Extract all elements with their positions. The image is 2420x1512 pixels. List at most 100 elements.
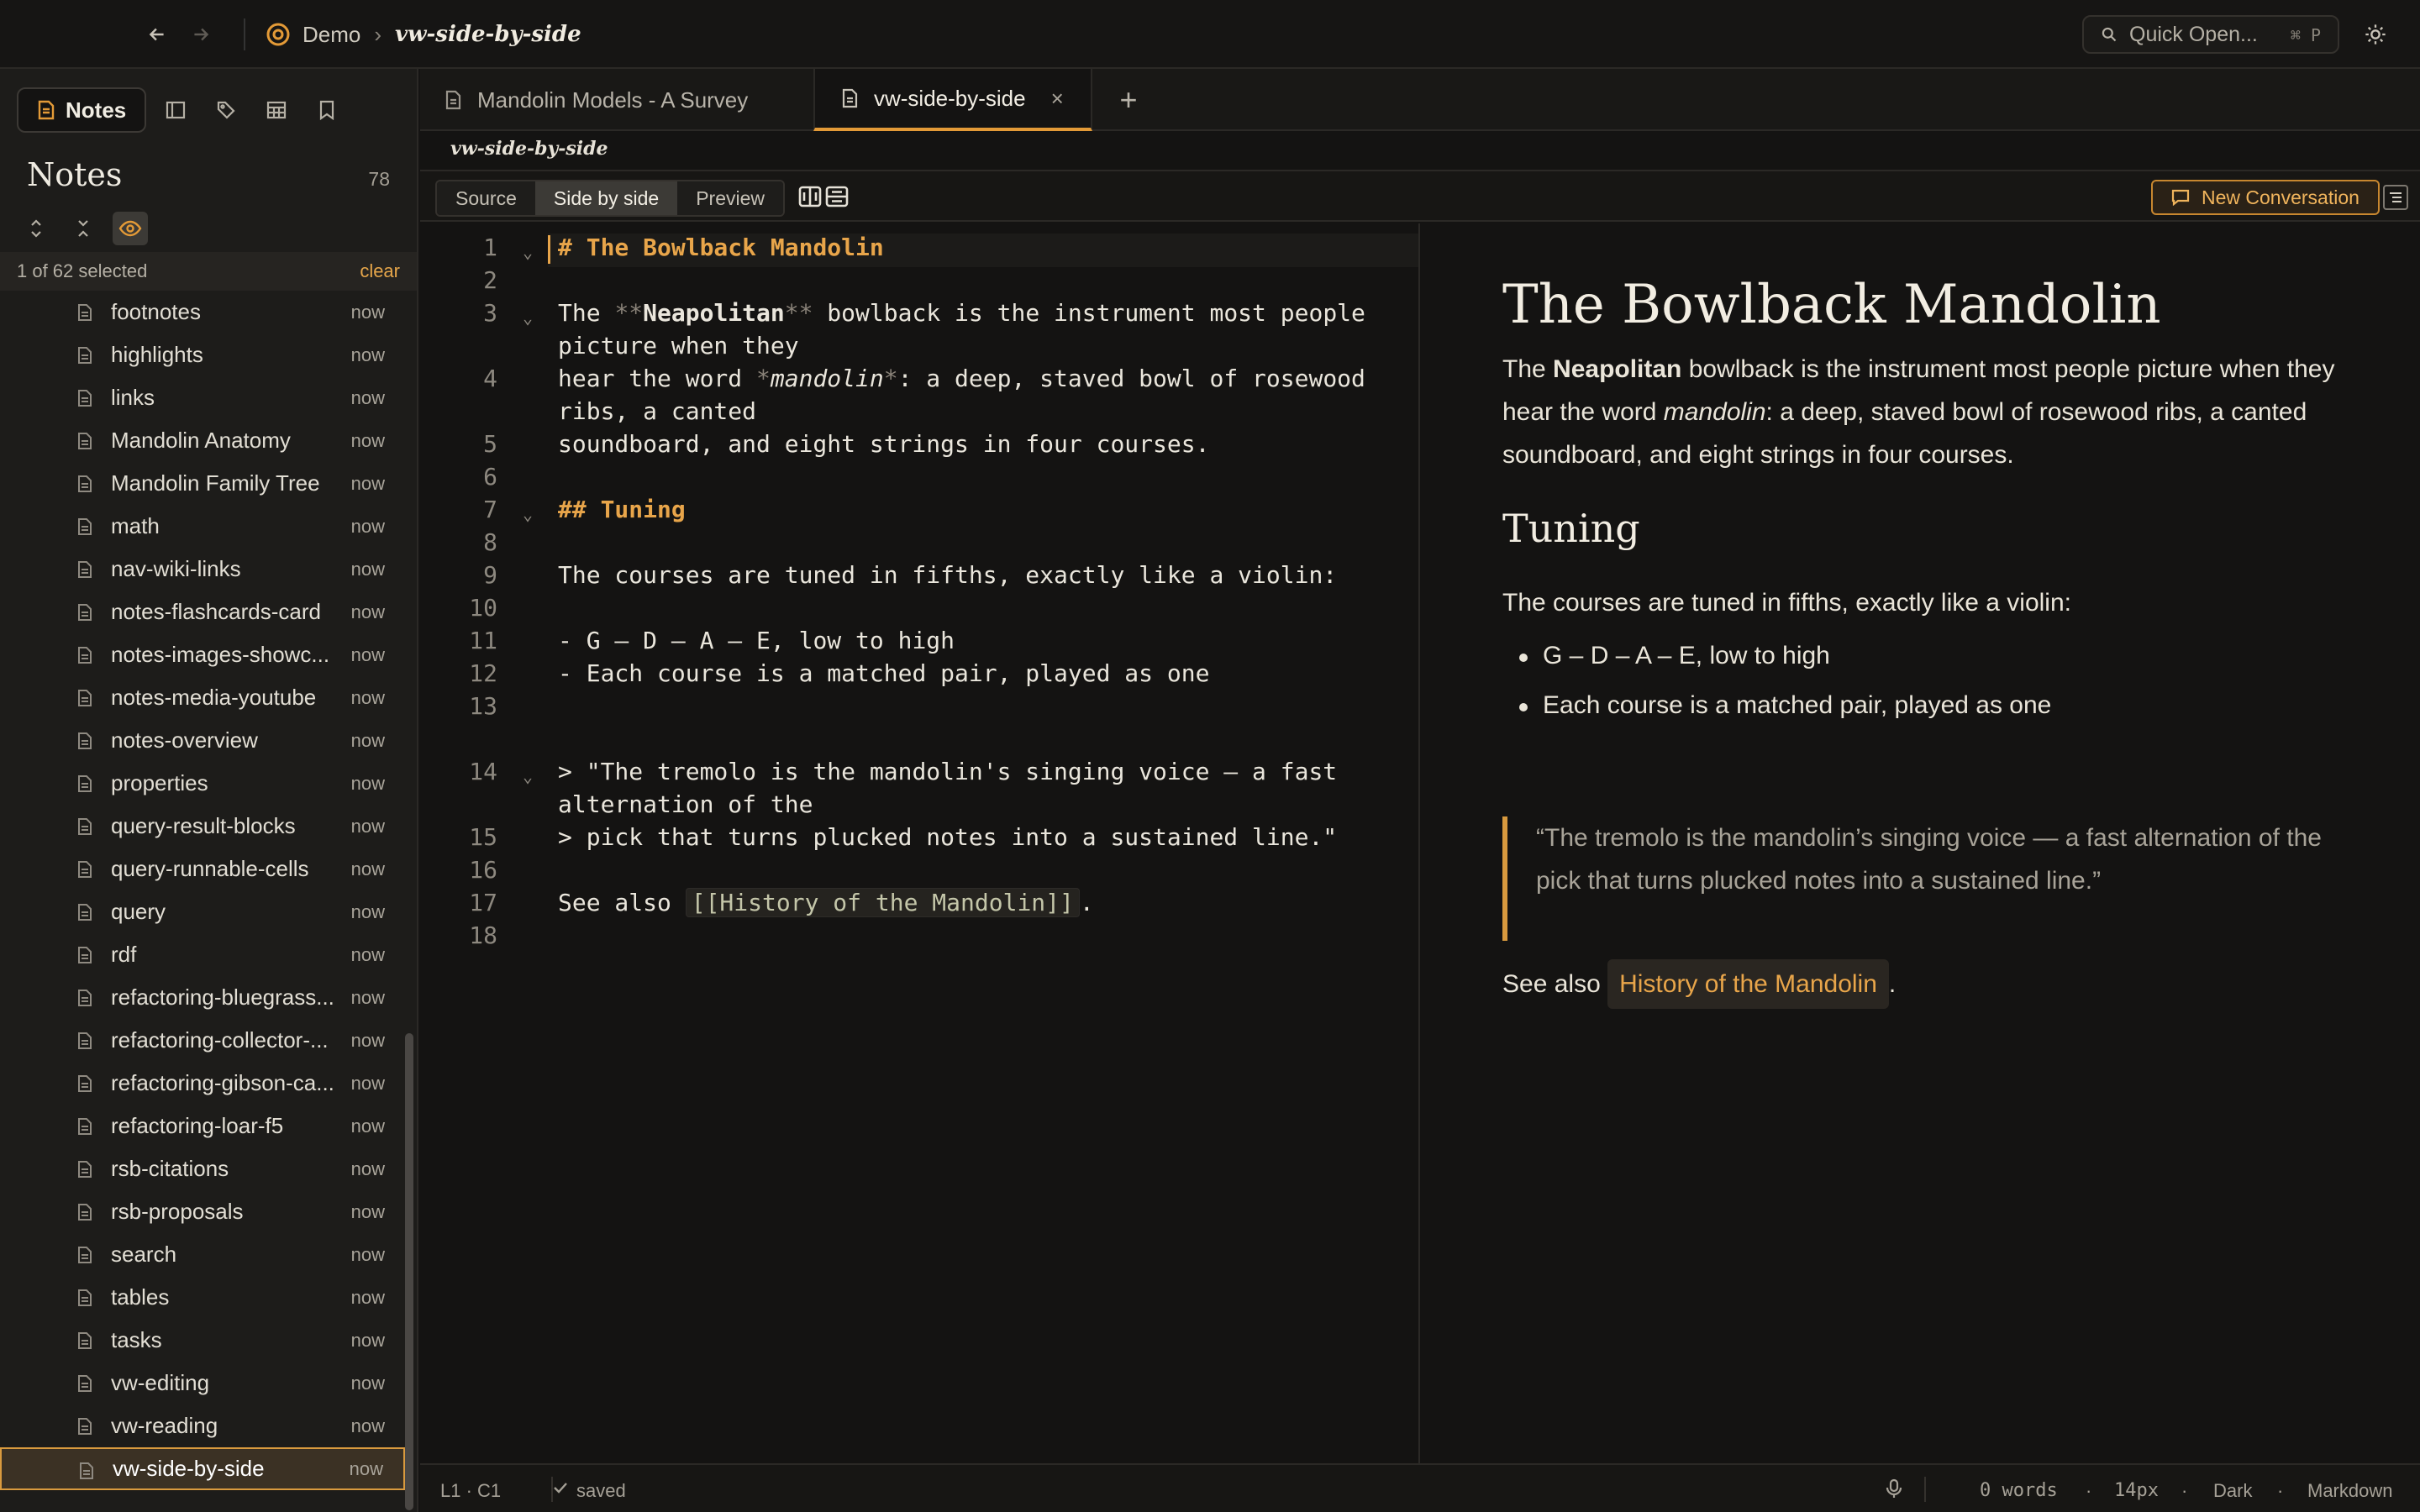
- code-line: # The Bowlback Mandolin: [558, 234, 884, 261]
- note-modified-time: now: [350, 729, 385, 751]
- note-file-icon: [77, 603, 92, 622]
- note-title: notes-media-youtube: [111, 685, 317, 710]
- theme-indicator[interactable]: Dark: [2213, 1480, 2252, 1502]
- note-list-item[interactable]: vw-editing now: [0, 1362, 405, 1404]
- note-list-item[interactable]: query now: [0, 890, 405, 933]
- note-list-item[interactable]: math now: [0, 505, 405, 548]
- note-title: rsb-citations: [111, 1156, 229, 1181]
- bookmark-icon[interactable]: [306, 87, 348, 133]
- code-line-wrap: alternation of the: [558, 790, 813, 818]
- fold-chevron-icon[interactable]: ⌄: [523, 504, 533, 524]
- note-list-item[interactable]: search now: [0, 1233, 405, 1276]
- note-list-item[interactable]: highlights now: [0, 333, 405, 376]
- note-title: vw-side-by-side: [113, 1456, 265, 1481]
- note-file-icon: [77, 989, 92, 1007]
- note-list-item[interactable]: notes-images-showc... now: [0, 633, 405, 676]
- mode-side-by-side-button[interactable]: Side by side: [534, 181, 678, 215]
- mode-source-button[interactable]: Source: [437, 181, 535, 215]
- preview-pane: The Bowlback Mandolin The Neapolitan bow…: [1422, 223, 2420, 1463]
- sidebar-scrollbar[interactable]: [405, 1033, 413, 1510]
- note-list-item[interactable]: Mandolin Family Tree now: [0, 462, 405, 505]
- close-tab-icon[interactable]: ×: [1051, 86, 1064, 112]
- preview-blockquote: “The tremolo is the mandolin’s singing v…: [1502, 816, 2326, 941]
- new-conversation-button[interactable]: New Conversation: [2151, 180, 2380, 215]
- note-list-item[interactable]: rdf now: [0, 933, 405, 976]
- note-list-item[interactable]: rsb-citations now: [0, 1147, 405, 1190]
- top-bar: Demo › vw-side-by-side Quick Open... ⌘ P: [0, 0, 2420, 69]
- font-size-indicator[interactable]: 14px: [2114, 1480, 2159, 1501]
- tab-vw-side-by-side[interactable]: vw-side-by-side ×: [813, 69, 1092, 131]
- cursor-position[interactable]: L1 · C1: [440, 1480, 501, 1502]
- layout-icon[interactable]: [155, 87, 197, 133]
- mode-preview-button[interactable]: Preview: [677, 181, 783, 215]
- forward-arrow-icon[interactable]: [187, 20, 215, 49]
- note-list-item[interactable]: notes-media-youtube now: [0, 676, 405, 719]
- add-tab-button[interactable]: +: [1107, 69, 1150, 131]
- clear-selection-link[interactable]: clear: [360, 260, 400, 282]
- document-icon: [842, 88, 859, 108]
- table-icon[interactable]: [255, 87, 297, 133]
- quick-open-button[interactable]: Quick Open... ⌘ P: [2082, 15, 2339, 54]
- note-list-item[interactable]: nav-wiki-links now: [0, 548, 405, 591]
- expand-all-icon[interactable]: [18, 212, 54, 245]
- note-list-item[interactable]: properties now: [0, 762, 405, 805]
- microphone-icon[interactable]: [1886, 1478, 1902, 1499]
- note-list-item[interactable]: vw-reading now: [0, 1404, 405, 1447]
- sidebar-controls: [18, 212, 148, 245]
- language-indicator[interactable]: Markdown: [2307, 1480, 2392, 1502]
- note-list-item[interactable]: links now: [0, 376, 405, 419]
- note-list-item[interactable]: refactoring-bluegrass... now: [0, 976, 405, 1019]
- split-horizontal-icon[interactable]: [825, 185, 849, 208]
- note-list-item[interactable]: notes-flashcards-card now: [0, 591, 405, 633]
- note-file-icon: [77, 1032, 92, 1050]
- source-editor[interactable]: 1 2 3 4 5 6 7 8 9 10 11 12 13 14 15 16 17 18 ⌄ ⌄ ⌄ ⌄ # Th…: [420, 223, 1420, 1463]
- fold-chevron-icon[interactable]: ⌄: [523, 242, 533, 262]
- note-modified-time: now: [350, 1243, 385, 1265]
- line-number: 4: [483, 365, 497, 392]
- note-icon: [37, 100, 55, 120]
- note-list-item[interactable]: rsb-proposals now: [0, 1190, 405, 1233]
- status-divider: [1924, 1477, 1926, 1502]
- note-list-item[interactable]: refactoring-gibson-ca... now: [0, 1062, 405, 1105]
- note-title: math: [111, 513, 160, 538]
- split-vertical-icon[interactable]: [798, 185, 822, 208]
- code-text: "The tremolo is the mandolin's singing v…: [586, 758, 1338, 785]
- wiki-link[interactable]: History of the Mandolin: [1607, 959, 1889, 1009]
- note-file-icon: [77, 1246, 92, 1264]
- bold-text: Neapolitan: [1553, 355, 1682, 383]
- outline-icon[interactable]: [2383, 185, 2408, 210]
- note-title: notes-overview: [111, 727, 258, 753]
- sun-icon[interactable]: [2360, 18, 2391, 50]
- note-title: rsb-proposals: [111, 1199, 244, 1224]
- split-layout-toggles: [798, 185, 849, 208]
- note-list-item[interactable]: Mandolin Anatomy now: [0, 419, 405, 462]
- note-list-item[interactable]: refactoring-collector-... now: [0, 1019, 405, 1062]
- wiki-link-source[interactable]: [[History of the Mandolin]]: [685, 888, 1080, 917]
- breadcrumb-workspace[interactable]: Demo: [302, 22, 360, 48]
- eye-icon[interactable]: [113, 212, 148, 245]
- back-arrow-icon[interactable]: [143, 20, 171, 49]
- tab-mandolin-models[interactable]: Mandolin Models - A Survey: [420, 69, 813, 131]
- tab-notes[interactable]: Notes: [17, 87, 147, 133]
- fold-chevron-icon[interactable]: ⌄: [523, 766, 533, 786]
- note-list-item[interactable]: notes-overview now: [0, 719, 405, 762]
- note-modified-time: now: [350, 943, 385, 965]
- note-title: properties: [111, 770, 208, 795]
- note-list-item[interactable]: vw-side-by-side now: [0, 1447, 405, 1490]
- quote-marker: >: [558, 758, 572, 785]
- note-list-item[interactable]: query-runnable-cells now: [0, 848, 405, 890]
- note-list-item[interactable]: refactoring-loar-f5 now: [0, 1105, 405, 1147]
- note-list-item[interactable]: tasks now: [0, 1319, 405, 1362]
- note-title: tasks: [111, 1327, 162, 1352]
- collapse-all-icon[interactable]: [66, 212, 101, 245]
- note-list-item[interactable]: query-result-blocks now: [0, 805, 405, 848]
- note-list-item[interactable]: footnotes now: [0, 291, 405, 333]
- note-title: refactoring-loar-f5: [111, 1113, 284, 1138]
- note-file-icon: [77, 689, 92, 707]
- note-file-icon: [77, 432, 92, 450]
- note-modified-time: now: [350, 1158, 385, 1179]
- note-list-item[interactable]: tables now: [0, 1276, 405, 1319]
- note-modified-time: now: [350, 515, 385, 537]
- tag-icon[interactable]: [205, 87, 247, 133]
- fold-chevron-icon[interactable]: ⌄: [523, 307, 533, 328]
